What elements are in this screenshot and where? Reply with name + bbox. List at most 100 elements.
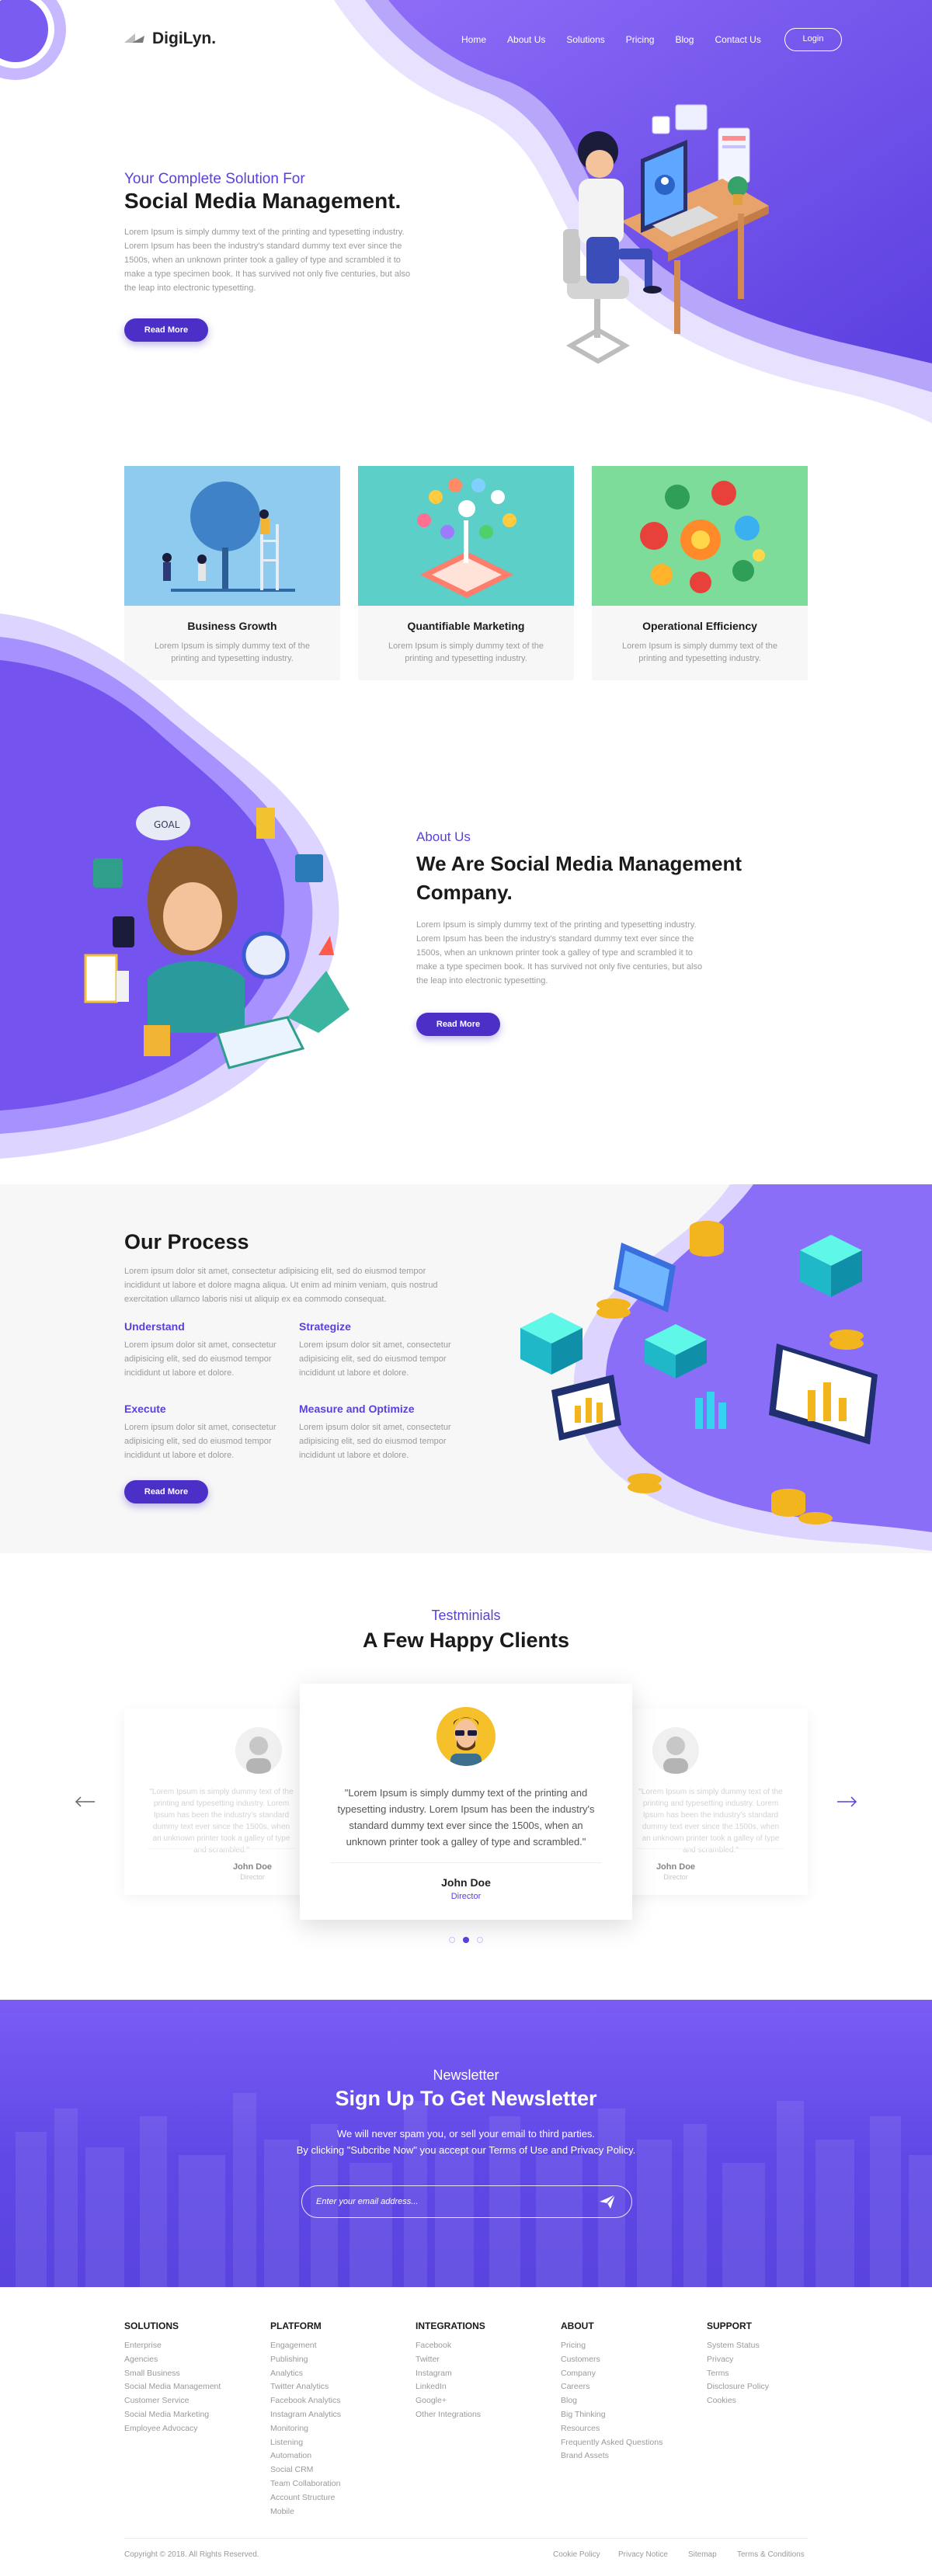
login-button[interactable]: Login bbox=[784, 28, 842, 51]
testimonial-card-right[interactable]: "Lorem Ipsum is simply dummy text of the… bbox=[614, 1709, 808, 1895]
next-arrow-icon[interactable] bbox=[836, 1796, 857, 1808]
footer-link[interactable]: Blog bbox=[561, 2394, 662, 2408]
testimonial-card-left[interactable]: "Lorem Ipsum is simply dummy text of the… bbox=[124, 1709, 318, 1895]
footer-link-terms[interactable]: Terms & Conditions bbox=[737, 2550, 805, 2559]
footer-column-about: ABOUT Pricing Customers Company Careers Blog B… bbox=[561, 2320, 662, 2463]
footer-link[interactable]: Terms bbox=[707, 2367, 769, 2381]
footer-link[interactable]: Brand Assets bbox=[561, 2449, 662, 2463]
footer-link[interactable]: Instagram bbox=[416, 2367, 485, 2381]
prev-arrow-icon[interactable] bbox=[75, 1796, 96, 1808]
footer-link[interactable]: LinkedIn bbox=[416, 2380, 485, 2394]
footer-column-heading: SOLUTIONS bbox=[124, 2320, 179, 2331]
footer-link[interactable]: Small Business bbox=[124, 2367, 221, 2381]
footer-link-privacy-notice[interactable]: Privacy Notice bbox=[618, 2550, 668, 2559]
testimonials-title: A Few Happy Clients bbox=[362, 1629, 570, 1652]
footer-link[interactable]: Automation bbox=[270, 2449, 341, 2463]
footer-link[interactable]: System Status bbox=[707, 2339, 769, 2353]
nav-blog[interactable]: Blog bbox=[675, 34, 694, 45]
footer-link[interactable]: Twitter Analytics bbox=[270, 2380, 341, 2394]
newsletter-line-2: By clicking "Subcribe Now" you accept ou… bbox=[296, 2144, 636, 2156]
goal-label: GOAL bbox=[154, 819, 180, 830]
footer-column-platform: PLATFORM Engagement Publishing Analytics Twi… bbox=[270, 2320, 341, 2519]
hero-title: Social Media Management. bbox=[124, 189, 402, 213]
divider bbox=[148, 1848, 295, 1849]
process-read-more-button[interactable]: Read More bbox=[124, 1480, 208, 1504]
process-step-title-measure: Measure and Optimize bbox=[299, 1403, 415, 1415]
brand-logo[interactable]: DigiLyn. bbox=[152, 30, 216, 48]
footer-link[interactable]: Careers bbox=[561, 2380, 662, 2394]
footer-link[interactable]: Employee Advocacy bbox=[124, 2422, 221, 2436]
process-title: Our Process bbox=[124, 1230, 249, 1253]
feature-title: Operational Efficiency bbox=[642, 620, 757, 632]
testimonial-quote: "Lorem Ipsum is simply dummy text of the… bbox=[337, 1787, 595, 1848]
nav-contact[interactable]: Contact Us bbox=[715, 34, 760, 45]
feature-text: Lorem Ipsum is simply dummy text of the … bbox=[622, 641, 777, 663]
operational-efficiency-illustration bbox=[592, 466, 808, 606]
nav-pricing[interactable]: Pricing bbox=[626, 34, 655, 45]
footer-link[interactable]: Enterprise bbox=[124, 2339, 221, 2353]
nav-about[interactable]: About Us bbox=[507, 34, 545, 45]
footer-link[interactable]: Agencies bbox=[124, 2353, 221, 2367]
hero-description: Lorem Ipsum is simply dummy text of the … bbox=[124, 228, 411, 293]
about-title: We Are Social Media Management Company. bbox=[416, 852, 742, 904]
nav-home[interactable]: Home bbox=[461, 34, 486, 45]
footer-link[interactable]: Social Media Marketing bbox=[124, 2408, 221, 2422]
nav-solutions[interactable]: Solutions bbox=[566, 34, 604, 45]
testimonial-role: Director bbox=[450, 1892, 482, 1901]
footer-link[interactable]: Big Thinking bbox=[561, 2408, 662, 2422]
process-step-title-strategize: Strategize bbox=[299, 1320, 351, 1333]
footer-link[interactable]: Company bbox=[561, 2367, 662, 2381]
footer-link[interactable]: Privacy bbox=[707, 2353, 769, 2367]
process-step-text: Lorem ipsum dolor sit amet, consectetur … bbox=[299, 1423, 451, 1460]
footer-link[interactable]: Listening bbox=[270, 2436, 341, 2450]
footer-link[interactable]: Facebook bbox=[416, 2339, 485, 2353]
footer-link[interactable]: Mobile bbox=[270, 2505, 341, 2519]
footer-link[interactable]: Google+ bbox=[416, 2394, 485, 2408]
hero-kicker: Your Complete Solution For bbox=[124, 171, 305, 187]
footer-column-heading: PLATFORM bbox=[270, 2320, 322, 2331]
process-intro: Lorem ipsum dolor sit amet, consectetur … bbox=[124, 1267, 438, 1304]
footer-link[interactable]: Instagram Analytics bbox=[270, 2408, 341, 2422]
divider bbox=[637, 1848, 784, 1849]
send-icon[interactable] bbox=[598, 2193, 617, 2210]
carousel-dot[interactable] bbox=[449, 1937, 455, 1943]
newsletter-title: Sign Up To Get Newsletter bbox=[335, 2087, 597, 2110]
feature-card-operational-efficiency[interactable]: Operational Efficiency Lorem Ipsum is si… bbox=[592, 466, 808, 680]
footer-link[interactable]: Twitter bbox=[416, 2353, 485, 2367]
footer-link[interactable]: Pricing bbox=[561, 2339, 662, 2353]
footer-link[interactable]: Resources bbox=[561, 2422, 662, 2436]
testimonial-role: Director bbox=[663, 1873, 688, 1881]
footer-link-sitemap[interactable]: Sitemap bbox=[688, 2550, 717, 2559]
testimonial-name: John Doe bbox=[441, 1876, 491, 1889]
hero-illustration bbox=[563, 104, 769, 364]
divider bbox=[331, 1862, 601, 1863]
footer-link[interactable]: Analytics bbox=[270, 2367, 341, 2381]
footer-link[interactable]: Disclosure Policy bbox=[707, 2380, 769, 2394]
footer-link[interactable]: Engagement bbox=[270, 2339, 341, 2353]
carousel-dot[interactable] bbox=[477, 1937, 483, 1943]
footer-link[interactable]: Social CRM bbox=[270, 2463, 341, 2477]
footer-link[interactable]: Cookies bbox=[707, 2394, 769, 2408]
footer-link-cookie-policy[interactable]: Cookie Policy bbox=[553, 2550, 600, 2559]
carousel-dot-active[interactable] bbox=[463, 1937, 469, 1943]
process-step-text: Lorem ipsum dolor sit amet, consectetur … bbox=[299, 1340, 451, 1378]
footer-link[interactable]: Team Collaboration bbox=[270, 2477, 341, 2491]
newsletter-email-input[interactable] bbox=[301, 2185, 632, 2218]
hero-read-more-button[interactable]: Read More bbox=[124, 318, 208, 342]
footer-link[interactable]: Publishing bbox=[270, 2353, 341, 2367]
about-read-more-button[interactable]: Read More bbox=[416, 1013, 500, 1036]
footer-link[interactable]: Customer Service bbox=[124, 2394, 221, 2408]
footer-link[interactable]: Monitoring bbox=[270, 2422, 341, 2436]
testimonials-kicker: Testminials bbox=[431, 1608, 501, 1623]
footer-link[interactable]: Facebook Analytics bbox=[270, 2394, 341, 2408]
footer-link[interactable]: Other Integrations bbox=[416, 2408, 485, 2422]
testimonial-card-active[interactable]: "Lorem Ipsum is simply dummy text of the… bbox=[300, 1684, 632, 1920]
process-step-text: Lorem ipsum dolor sit amet, consectetur … bbox=[124, 1423, 276, 1460]
footer-link[interactable]: Social Media Management bbox=[124, 2380, 221, 2394]
footer-link[interactable]: Customers bbox=[561, 2353, 662, 2367]
process-step-title-understand: Understand bbox=[124, 1320, 185, 1333]
testimonial-quote: "Lorem Ipsum is simply dummy text of the… bbox=[149, 1788, 294, 1855]
footer-link[interactable]: Account Structure bbox=[270, 2491, 341, 2505]
footer-column-heading: SUPPORT bbox=[707, 2320, 753, 2331]
footer-link[interactable]: Frequently Asked Questions bbox=[561, 2436, 662, 2450]
